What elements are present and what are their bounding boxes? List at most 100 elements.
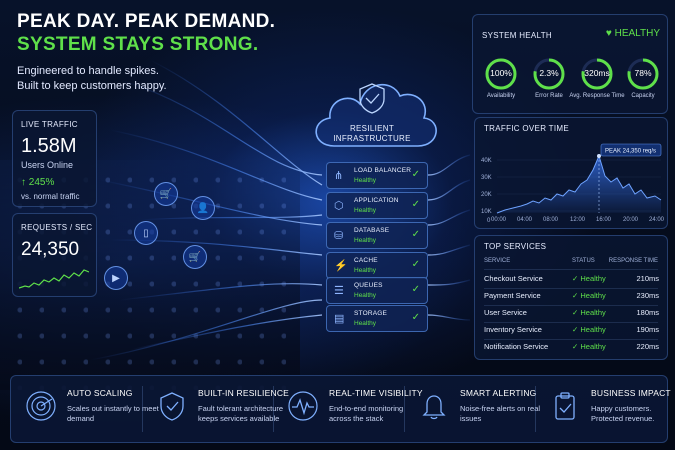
service-status: ✓ Healthy <box>572 274 606 283</box>
service-response-time: 220ms <box>636 342 659 351</box>
traffic-chart: 40K 30K 20K 10K 0 00:00 04:00 08:00 12:0… <box>481 143 665 224</box>
stack-item-cache[interactable]: ⚡ CACHE Healthy ✓ <box>326 252 428 279</box>
divider <box>484 305 658 306</box>
stack-item-status: Healthy <box>354 177 377 184</box>
service-name: Inventory Service <box>484 325 542 334</box>
check-icon: ✓ <box>411 259 420 270</box>
service-name: Payment Service <box>484 291 541 300</box>
requests-label: REQUESTS / SEC <box>21 223 93 232</box>
stack-item-name: DATABASE <box>354 227 390 234</box>
bell-icon <box>422 395 446 420</box>
divider <box>484 288 658 289</box>
col-header-status: STATUS <box>572 258 595 264</box>
user-icon: 👤 <box>191 196 215 220</box>
stack-item-status: Healthy <box>354 237 377 244</box>
x-tick: 00:00 <box>491 217 507 223</box>
service-response-time: 230ms <box>636 291 659 300</box>
subheadline-line-2: Built to keep customers happy. <box>17 80 167 92</box>
mobile-icon: ▯ <box>134 221 158 245</box>
top-services-panel: TOP SERVICES SERVICE STATUS RESPONSE TIM… <box>474 235 668 360</box>
features-bar: AUTO SCALING Scales out instantly to mee… <box>10 375 671 443</box>
feature-business-impact: BUSINESS IMPACT Happy customers. Protect… <box>535 376 671 442</box>
requests-value: 24,350 <box>21 239 80 260</box>
stack-item-database[interactable]: ⛁ DATABASE Healthy ✓ <box>326 222 428 249</box>
cloud-label-line-2: INFRASTRUCTURE <box>333 134 411 143</box>
x-tick: 04:00 <box>517 217 533 223</box>
subheadline-line-1: Engineered to handle spikes. <box>17 65 159 77</box>
table-row[interactable]: Inventory Service ✓ Healthy 190ms <box>484 325 659 339</box>
feature-title: SMART ALERTING <box>460 388 537 398</box>
service-name: Checkout Service <box>484 274 543 283</box>
video-icon: ▶ <box>104 266 128 290</box>
x-tick: 16:00 <box>596 217 612 223</box>
x-tick: 08:00 <box>543 217 559 223</box>
queue-icon: ☰ <box>334 285 344 297</box>
service-name: User Service <box>484 308 527 317</box>
table-row[interactable]: Notification Service ✓ Healthy 220ms <box>484 342 659 356</box>
service-response-time: 190ms <box>636 325 659 334</box>
gauge-label: Capacity <box>631 93 655 99</box>
check-icon: ✓ <box>411 229 420 240</box>
stack-item-name: CACHE <box>354 257 378 264</box>
system-health-status-text: HEALTHY <box>614 28 660 39</box>
live-traffic-change: ↑ 245% <box>21 177 55 188</box>
network-icon: ⋔ <box>334 170 344 182</box>
subheadline: Engineered to handle spikes. Built to ke… <box>17 64 217 94</box>
cart-icon: 🛒 <box>154 182 178 206</box>
table-row[interactable]: User Service ✓ Healthy 180ms <box>484 308 659 322</box>
x-tick: 20:00 <box>623 217 639 223</box>
system-health-status: ♥ HEALTHY <box>606 28 660 39</box>
feature-desc: Happy customers. Protected revenue. <box>591 404 655 423</box>
check-icon: ✓ <box>411 199 420 210</box>
col-header-response: RESPONSE TIME <box>608 258 658 264</box>
database-icon: ⛁ <box>334 230 344 242</box>
traffic-over-time-panel: TRAFFIC OVER TIME 40K 30K 20K 10K 0 00:0… <box>474 117 668 229</box>
gauge-availability: 100% Availability <box>481 57 521 99</box>
table-row[interactable]: Payment Service ✓ Healthy 230ms <box>484 291 659 305</box>
traffic-area <box>497 156 661 213</box>
stack-item-storage[interactable]: ▤ STORAGE Healthy ✓ <box>326 305 428 332</box>
radar-icon <box>26 391 56 421</box>
live-traffic-label: LIVE TRAFFIC <box>21 120 78 129</box>
stack-item-application[interactable]: ⬡ APPLICATION Healthy ✓ <box>326 192 428 219</box>
check-icon: ✓ <box>411 312 420 323</box>
service-response-time: 210ms <box>636 274 659 283</box>
feature-auto-scaling: AUTO SCALING Scales out instantly to mee… <box>11 376 159 442</box>
cart-icon-small: 🛒 <box>183 245 207 269</box>
check-icon: ✓ <box>411 284 420 295</box>
stack-item-name: APPLICATION <box>354 197 399 204</box>
gauge-capacity: 78% Capacity <box>623 57 663 99</box>
stack-item-load-balancer[interactable]: ⋔ LOAD BALANCER Healthy ✓ <box>326 162 428 189</box>
pulse-icon <box>288 391 318 421</box>
divider <box>484 269 658 270</box>
peak-point <box>597 154 601 158</box>
cloud-label: RESILIENT INFRASTRUCTURE <box>302 124 442 144</box>
clipboard-check-icon <box>555 392 575 420</box>
col-header-service: SERVICE <box>484 258 511 264</box>
live-traffic-change-note: vs. normal traffic <box>21 192 80 201</box>
service-response-time: 180ms <box>636 308 659 317</box>
gauge-value: 78% <box>634 68 652 78</box>
shield-icon <box>160 392 184 421</box>
gauge-value: 2.3% <box>539 68 559 78</box>
service-status-text: Healthy <box>580 342 606 351</box>
system-health-label: SYSTEM HEALTH <box>482 31 552 40</box>
feature-real-time-visibility: REAL-TIME VISIBILITY End-to-end monitori… <box>273 376 423 442</box>
stack-item-name: STORAGE <box>354 310 388 317</box>
stack-item-queues[interactable]: ☰ QUEUES Healthy ✓ <box>326 277 428 304</box>
x-tick: 24:00 <box>649 217 665 223</box>
feature-built-in-resilience: BUILT-IN RESILIENCE Fault tolerant archi… <box>142 376 289 442</box>
live-traffic-value: 1.58M <box>21 135 77 157</box>
stack-item-status: Healthy <box>354 320 377 327</box>
x-tick: 12:00 <box>570 217 586 223</box>
service-status: ✓ Healthy <box>572 342 606 351</box>
heart-pulse-icon: ♥ <box>605 28 612 39</box>
gauge-response-time: 320ms Avg. Response Time <box>569 57 625 99</box>
gauge-error-rate: 2.3% Error Rate <box>529 57 569 99</box>
table-row[interactable]: Checkout Service ✓ Healthy 210ms <box>484 274 659 288</box>
headline-line-1: PEAK DAY. PEAK DEMAND. <box>17 11 276 32</box>
live-traffic-sub: Users Online <box>21 160 74 170</box>
headline: PEAK DAY. PEAK DEMAND. SYSTEM STAYS STRO… <box>17 10 275 56</box>
service-status-text: Healthy <box>580 308 606 317</box>
check-icon: ✓ <box>411 169 420 180</box>
